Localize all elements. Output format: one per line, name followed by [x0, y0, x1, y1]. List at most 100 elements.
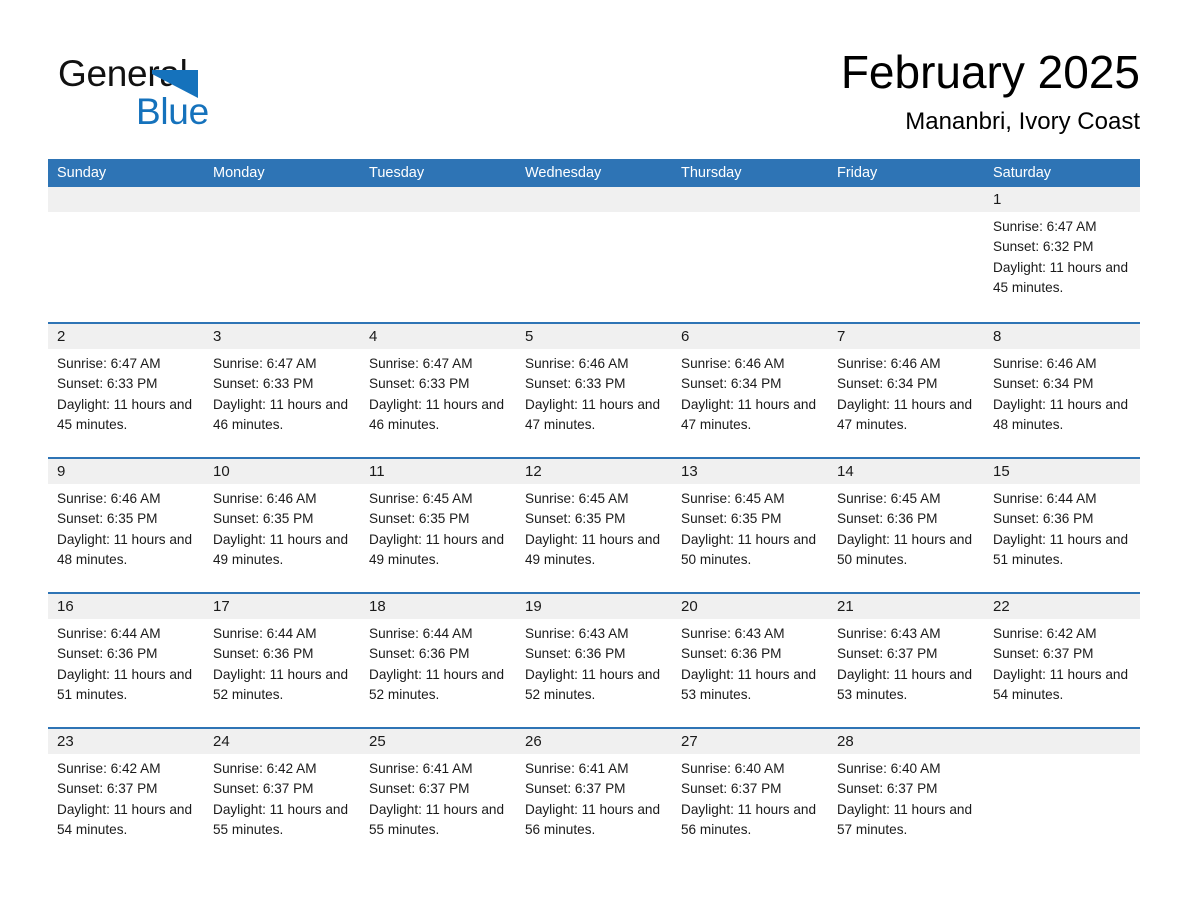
day-number: 23	[57, 733, 74, 750]
day-info: Sunrise: 6:46 AM Sunset: 6:34 PM Daylight:…	[672, 349, 828, 436]
sunrise-text: Sunrise: 6:46 AM	[681, 356, 785, 371]
sunset-text: Sunset: 6:37 PM	[837, 781, 938, 797]
calendar-day-cell[interactable]: 25 Sunrise: 6:41 AM Sunset: 6:37 PM Dayligh…	[360, 729, 516, 862]
sunset-text: Sunset: 6:37 PM	[993, 646, 1094, 662]
calendar-day-cell[interactable]: 10 Sunrise: 6:46 AM Sunset: 6:35 PM Dayligh…	[204, 459, 360, 592]
weekday-header-monday: Monday	[213, 165, 265, 181]
calendar-day-cell[interactable]: 27 Sunrise: 6:40 AM Sunset: 6:37 PM Dayligh…	[672, 729, 828, 862]
day-number: 26	[525, 733, 542, 750]
day-number-band: 18	[360, 594, 516, 619]
calendar-day-cell[interactable]: 21 Sunrise: 6:43 AM Sunset: 6:37 PM Dayligh…	[828, 594, 984, 727]
calendar-day-cell[interactable]: 13 Sunrise: 6:45 AM Sunset: 6:35 PM Dayligh…	[672, 459, 828, 592]
calendar-day-cell[interactable]: 26 Sunrise: 6:41 AM Sunset: 6:37 PM Dayligh…	[516, 729, 672, 862]
calendar-day-cell[interactable]: 15 Sunrise: 6:44 AM Sunset: 6:36 PM Dayligh…	[984, 459, 1140, 592]
calendar-week-row: 9 Sunrise: 6:46 AM Sunset: 6:35 PM Daylight…	[48, 457, 1140, 592]
day-number-band: 26	[516, 729, 672, 754]
day-number-band: 14	[828, 459, 984, 484]
calendar-day-cell[interactable]: 17 Sunrise: 6:44 AM Sunset: 6:36 PM Dayligh…	[204, 594, 360, 727]
sunset-text: Sunset: 6:36 PM	[369, 646, 470, 662]
calendar-day-cell[interactable]: 23 Sunrise: 6:42 AM Sunset: 6:37 PM Dayligh…	[48, 729, 204, 862]
calendar-day-cell[interactable]: 8 Sunrise: 6:46 AM Sunset: 6:34 PM Daylight…	[984, 324, 1140, 457]
day-number: 2	[57, 328, 66, 345]
day-info: Sunrise: 6:42 AM Sunset: 6:37 PM Daylight:…	[204, 754, 360, 841]
day-number: 5	[525, 328, 534, 345]
sunset-text: Sunset: 6:33 PM	[213, 376, 314, 392]
sunrise-text: Sunrise: 6:43 AM	[837, 626, 941, 641]
sunset-text: Sunset: 6:33 PM	[369, 376, 470, 392]
calendar-day-cell[interactable]: 7 Sunrise: 6:46 AM Sunset: 6:34 PM Daylight…	[828, 324, 984, 457]
day-number: 15	[993, 463, 1010, 480]
day-number: 19	[525, 598, 542, 615]
calendar-day-cell[interactable]: 12 Sunrise: 6:45 AM Sunset: 6:35 PM Dayligh…	[516, 459, 672, 592]
calendar-day-cell[interactable]: 4 Sunrise: 6:47 AM Sunset: 6:33 PM Daylight…	[360, 324, 516, 457]
calendar-day-cell[interactable]: 16 Sunrise: 6:44 AM Sunset: 6:36 PM Dayligh…	[48, 594, 204, 727]
sunrise-text: Sunrise: 6:46 AM	[837, 356, 941, 371]
location-subtitle: Mananbri, Ivory Coast	[905, 108, 1140, 135]
calendar-day-cell[interactable]: 19 Sunrise: 6:43 AM Sunset: 6:36 PM Dayligh…	[516, 594, 672, 727]
day-number-band: 16	[48, 594, 204, 619]
calendar-day-cell-empty	[828, 187, 984, 322]
calendar-day-cell[interactable]: 20 Sunrise: 6:43 AM Sunset: 6:36 PM Dayligh…	[672, 594, 828, 727]
day-number-band: 12	[516, 459, 672, 484]
sunset-text: Sunset: 6:36 PM	[993, 511, 1094, 527]
day-number-band: 7	[828, 324, 984, 349]
calendar-day-cell[interactable]: 5 Sunrise: 6:46 AM Sunset: 6:33 PM Daylight…	[516, 324, 672, 457]
calendar-day-cell[interactable]: 24 Sunrise: 6:42 AM Sunset: 6:37 PM Dayligh…	[204, 729, 360, 862]
day-number-band: 6	[672, 324, 828, 349]
day-number-band: 21	[828, 594, 984, 619]
day-number-band	[360, 187, 516, 212]
daylight-text: Daylight: 11 hours and 50 minutes.	[681, 531, 817, 568]
sunrise-text: Sunrise: 6:42 AM	[213, 761, 317, 776]
day-info: Sunrise: 6:44 AM Sunset: 6:36 PM Daylight:…	[204, 619, 360, 706]
calendar-day-cell[interactable]: 1 Sunrise: 6:47 AM Sunset: 6:32 PM Daylight…	[984, 187, 1140, 322]
day-number: 6	[681, 328, 690, 345]
daylight-text: Daylight: 11 hours and 51 minutes.	[57, 666, 193, 703]
sunset-text: Sunset: 6:34 PM	[837, 376, 938, 392]
calendar-day-cell[interactable]: 28 Sunrise: 6:40 AM Sunset: 6:37 PM Dayligh…	[828, 729, 984, 862]
sunrise-text: Sunrise: 6:40 AM	[837, 761, 941, 776]
day-info: Sunrise: 6:46 AM Sunset: 6:35 PM Daylight:…	[48, 484, 204, 571]
calendar-day-cell[interactable]: 2 Sunrise: 6:47 AM Sunset: 6:33 PM Daylight…	[48, 324, 204, 457]
day-number: 21	[837, 598, 854, 615]
sunrise-text: Sunrise: 6:44 AM	[369, 626, 473, 641]
day-info: Sunrise: 6:47 AM Sunset: 6:33 PM Daylight:…	[204, 349, 360, 436]
day-number: 20	[681, 598, 698, 615]
sunrise-text: Sunrise: 6:47 AM	[369, 356, 473, 371]
daylight-text: Daylight: 11 hours and 56 minutes.	[681, 801, 817, 838]
day-info: Sunrise: 6:45 AM Sunset: 6:36 PM Daylight:…	[828, 484, 984, 571]
sunrise-text: Sunrise: 6:46 AM	[993, 356, 1097, 371]
brand-logo[interactable]: General Blue	[58, 52, 318, 138]
daylight-text: Daylight: 11 hours and 46 minutes.	[213, 396, 349, 433]
calendar-day-cell[interactable]: 18 Sunrise: 6:44 AM Sunset: 6:36 PM Dayligh…	[360, 594, 516, 727]
sunrise-text: Sunrise: 6:44 AM	[57, 626, 161, 641]
calendar-day-cell[interactable]: 22 Sunrise: 6:42 AM Sunset: 6:37 PM Dayligh…	[984, 594, 1140, 727]
calendar-day-cell[interactable]: 14 Sunrise: 6:45 AM Sunset: 6:36 PM Dayligh…	[828, 459, 984, 592]
day-number: 1	[993, 191, 1002, 208]
sunset-text: Sunset: 6:35 PM	[525, 511, 626, 527]
sunrise-text: Sunrise: 6:46 AM	[57, 491, 161, 506]
day-number-band	[48, 187, 204, 212]
calendar-day-cell[interactable]: 9 Sunrise: 6:46 AM Sunset: 6:35 PM Daylight…	[48, 459, 204, 592]
day-number-band: 3	[204, 324, 360, 349]
calendar-day-cell-empty	[516, 187, 672, 322]
day-number-band: 25	[360, 729, 516, 754]
day-info: Sunrise: 6:46 AM Sunset: 6:34 PM Daylight:…	[828, 349, 984, 436]
sunset-text: Sunset: 6:35 PM	[57, 511, 158, 527]
day-info: Sunrise: 6:46 AM Sunset: 6:33 PM Daylight:…	[516, 349, 672, 436]
day-info: Sunrise: 6:45 AM Sunset: 6:35 PM Daylight:…	[360, 484, 516, 571]
calendar-day-cell[interactable]: 3 Sunrise: 6:47 AM Sunset: 6:33 PM Daylight…	[204, 324, 360, 457]
day-number: 4	[369, 328, 378, 345]
daylight-text: Daylight: 11 hours and 46 minutes.	[369, 396, 505, 433]
day-info: Sunrise: 6:44 AM Sunset: 6:36 PM Daylight:…	[48, 619, 204, 706]
daylight-text: Daylight: 11 hours and 45 minutes.	[993, 259, 1129, 296]
weekday-header-sunday: Sunday	[57, 165, 107, 181]
sunrise-text: Sunrise: 6:42 AM	[993, 626, 1097, 641]
calendar-day-cell[interactable]: 11 Sunrise: 6:45 AM Sunset: 6:35 PM Dayligh…	[360, 459, 516, 592]
sunrise-text: Sunrise: 6:44 AM	[993, 491, 1097, 506]
sunrise-text: Sunrise: 6:47 AM	[57, 356, 161, 371]
day-info: Sunrise: 6:47 AM Sunset: 6:33 PM Daylight:…	[360, 349, 516, 436]
sunrise-text: Sunrise: 6:45 AM	[681, 491, 785, 506]
day-number-band: 13	[672, 459, 828, 484]
sunset-text: Sunset: 6:34 PM	[681, 376, 782, 392]
calendar-day-cell[interactable]: 6 Sunrise: 6:46 AM Sunset: 6:34 PM Daylight…	[672, 324, 828, 457]
